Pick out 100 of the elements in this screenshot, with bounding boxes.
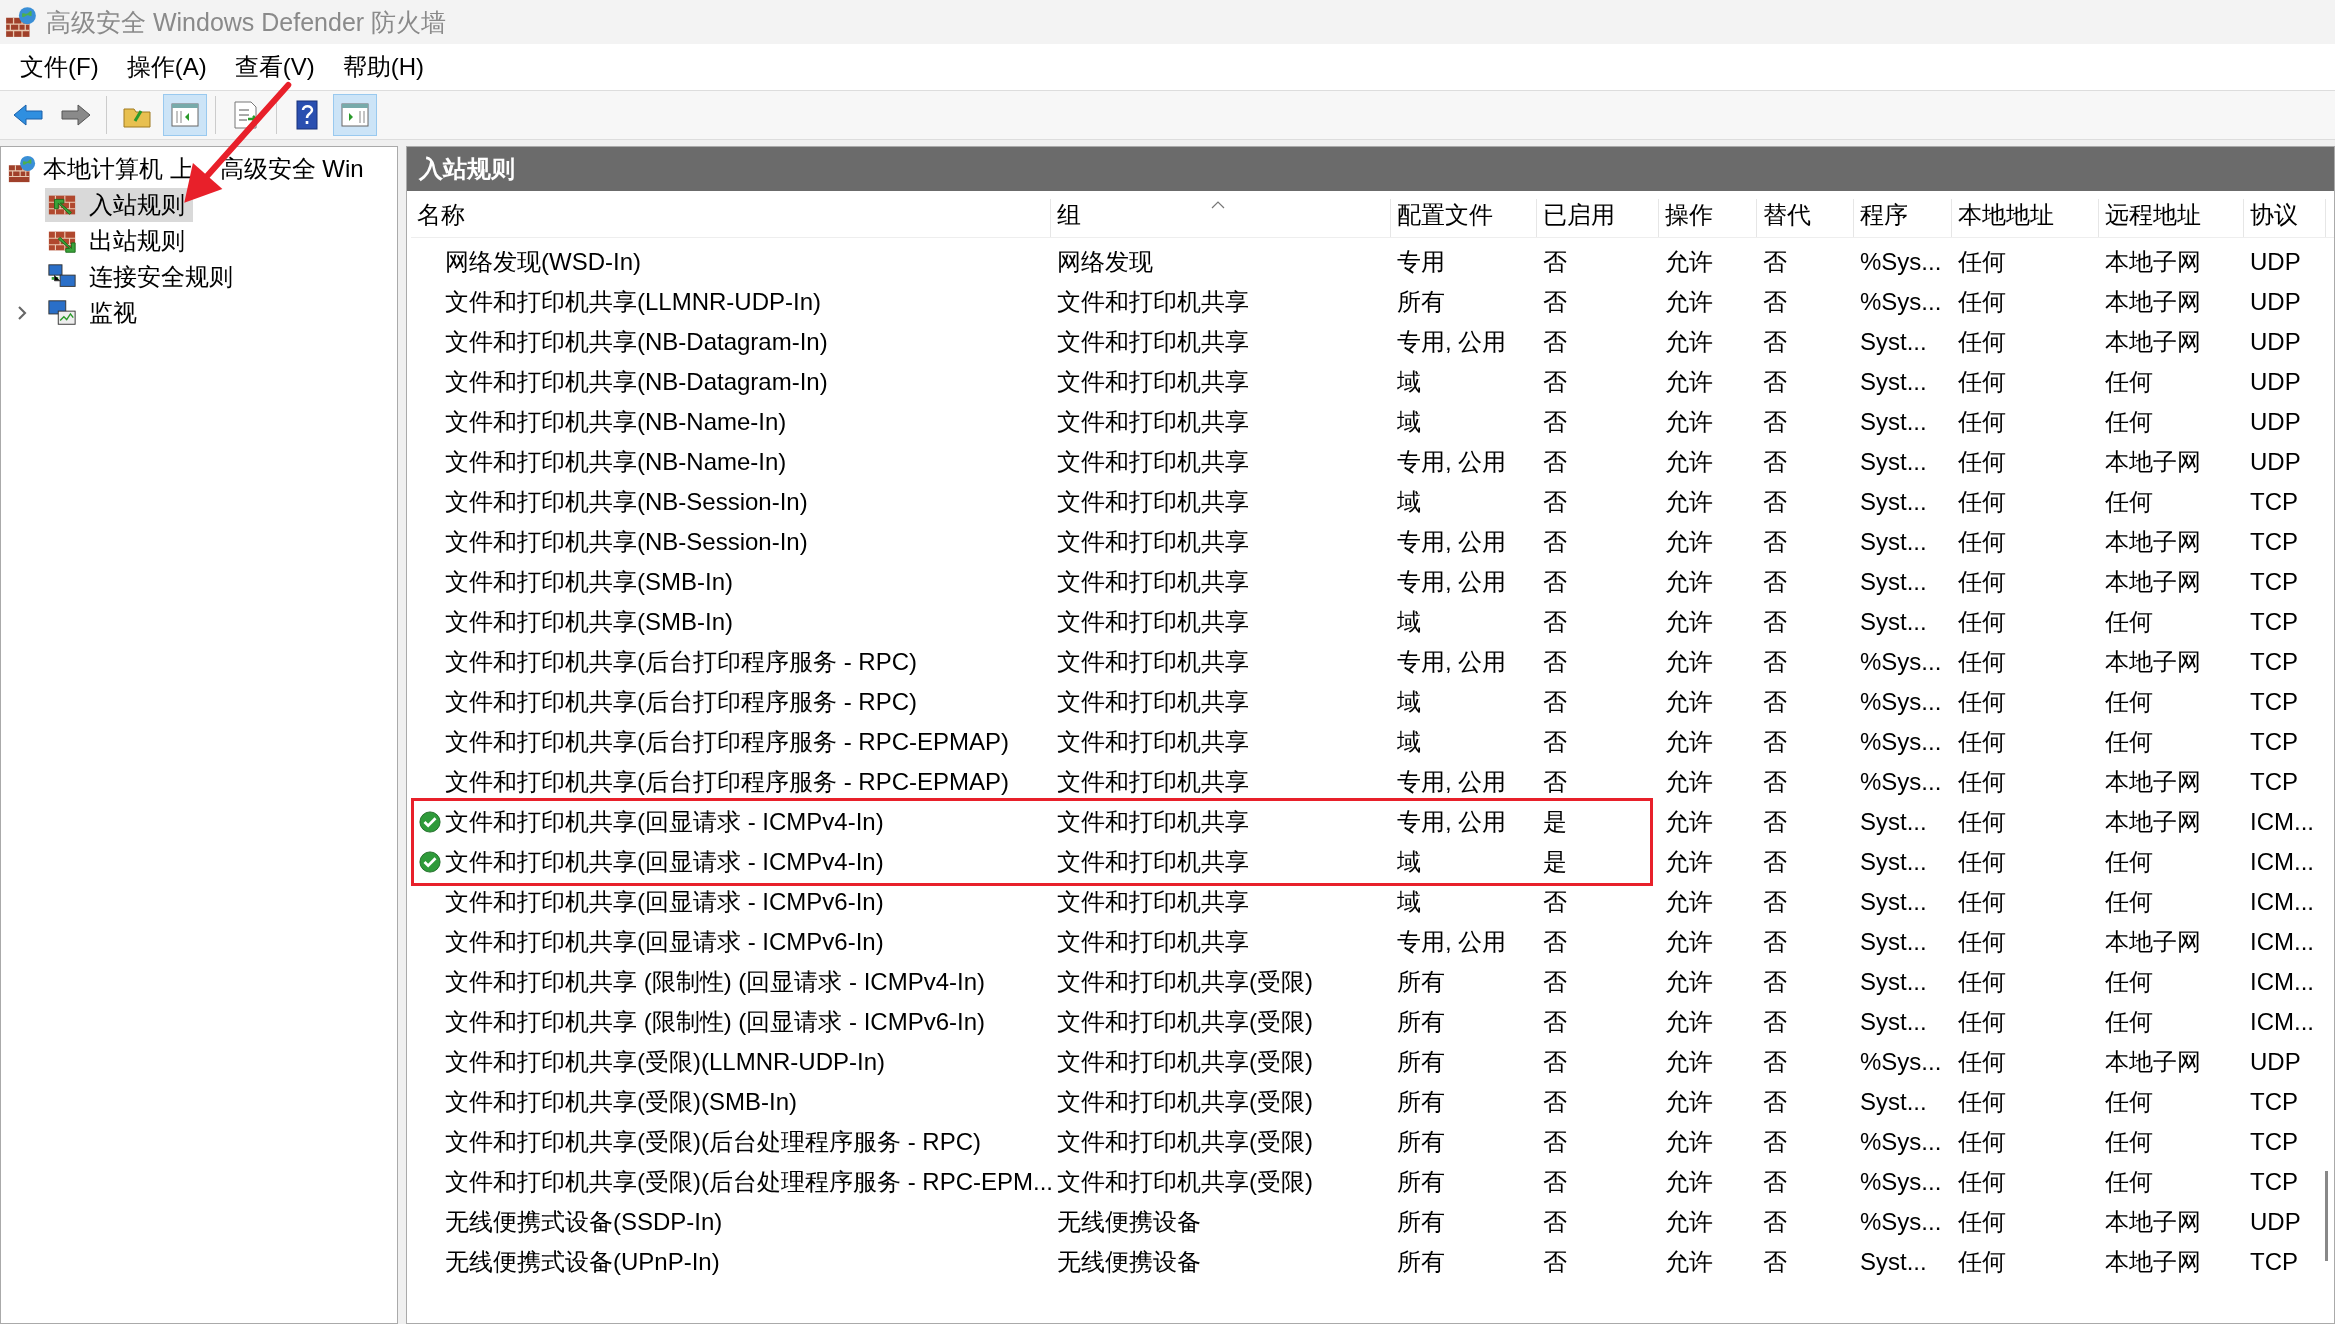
column-header[interactable]: 本地地址 xyxy=(1952,199,2099,237)
table-cell-text: 否 xyxy=(1763,1087,1787,1117)
column-header[interactable]: 协议 xyxy=(2244,199,2326,237)
table-cell: Syst... xyxy=(1860,368,1927,396)
tree-item[interactable]: 本地计算机 上 xyxy=(43,153,194,185)
table-cell-text: 所有 xyxy=(1397,1087,1445,1117)
table-cell-text: 否 xyxy=(1763,487,1787,517)
menu-item[interactable]: 操作(A) xyxy=(114,47,219,87)
table-cell-text: 文件和打印机共享 xyxy=(1057,727,1249,757)
table-cell-text: 否 xyxy=(1763,767,1787,797)
table-cell-text: 所有 xyxy=(1397,1007,1445,1037)
table-cell: %Sys... xyxy=(1860,288,1942,316)
table-cell: TCP xyxy=(2250,568,2298,596)
table-cell: Syst... xyxy=(1860,408,1927,436)
table-cell: ICM... xyxy=(2250,808,2314,836)
table-cell-text: 文件和打印机共享(受限) xyxy=(1057,967,1313,997)
column-header[interactable]: 程序 xyxy=(1854,199,1952,237)
table-cell-text: 文件和打印机共享 xyxy=(1057,887,1249,917)
table-cell-text: 否 xyxy=(1763,247,1787,277)
table-cell-text: 任何 xyxy=(2105,1167,2153,1197)
table-cell-text: 域 xyxy=(1397,887,1421,917)
table-cell-text: 否 xyxy=(1763,927,1787,957)
column-header[interactable]: 名称 xyxy=(411,199,1051,237)
table-cell-text: 所有 xyxy=(1397,967,1445,997)
table-cell: UDP xyxy=(2250,288,2301,316)
table-cell-text: 文件和打印机共享 xyxy=(1057,367,1249,397)
table-cell-text: 否 xyxy=(1763,527,1787,557)
table-cell-text: 否 xyxy=(1763,647,1787,677)
table-cell-text: 否 xyxy=(1543,327,1567,357)
column-header[interactable]: 替代 xyxy=(1757,199,1854,237)
table-cell-text: 文件和打印机共享 (限制性) (回显请求 - ICMPv6-In) xyxy=(445,1007,985,1037)
table-cell-text: 任何 xyxy=(2105,687,2153,717)
firewall-icon xyxy=(4,5,38,39)
table-cell-text: 否 xyxy=(1543,247,1567,277)
table-cell-text: 允许 xyxy=(1665,847,1713,877)
menu-item[interactable]: 查看(V) xyxy=(222,47,327,87)
table-cell-text: 允许 xyxy=(1665,247,1713,277)
table-cell: UDP xyxy=(2250,368,2301,396)
table-cell-text: 专用, 公用 xyxy=(1397,327,1507,357)
tree-item[interactable]: 连接安全规则 xyxy=(45,260,241,294)
table-cell-text: 文件和打印机共享(受限) xyxy=(1057,1167,1313,1197)
table-cell-text: 否 xyxy=(1543,767,1567,797)
table-cell-text: 允许 xyxy=(1665,647,1713,677)
console-tree-toggle-button[interactable] xyxy=(163,94,207,136)
table-cell-text: 所有 xyxy=(1397,1167,1445,1197)
table-cell-text: 文件和打印机共享(受限) xyxy=(1057,1087,1313,1117)
tree-item[interactable]: 入站规则 xyxy=(45,188,193,222)
table-cell-text: 允许 xyxy=(1665,327,1713,357)
table-cell-text: 任何 xyxy=(1958,527,2006,557)
table-cell-text: 否 xyxy=(1763,1167,1787,1197)
table-cell: %Sys... xyxy=(1860,1128,1942,1156)
column-header[interactable]: 配置文件 xyxy=(1391,199,1537,237)
scrollbar-thumb[interactable] xyxy=(2325,1171,2328,1261)
table-cell-text: 专用, 公用 xyxy=(1397,647,1507,677)
table-cell-text: 本地子网 xyxy=(2105,447,2201,477)
column-header[interactable]: 组 xyxy=(1051,199,1391,237)
table-cell-text: 任何 xyxy=(2105,407,2153,437)
table-cell-text: 否 xyxy=(1543,407,1567,437)
table-cell-text: 任何 xyxy=(2105,1007,2153,1037)
table-cell-text: 专用, 公用 xyxy=(1397,447,1507,477)
table-cell-text: 否 xyxy=(1543,1047,1567,1077)
table-cell: ICM... xyxy=(2250,848,2314,876)
table-cell-text: 任何 xyxy=(1958,807,2006,837)
table-cell: Syst... xyxy=(1860,1008,1927,1036)
table-cell-text: 任何 xyxy=(1958,1047,2006,1077)
table-cell-text: 任何 xyxy=(1958,487,2006,517)
table-cell-text: 否 xyxy=(1763,1247,1787,1277)
table-cell: UDP xyxy=(2250,448,2301,476)
table-cell-text: 允许 xyxy=(1665,1047,1713,1077)
table-cell-text: 本地子网 xyxy=(2105,1047,2201,1077)
table-cell-text: 允许 xyxy=(1665,1127,1713,1157)
table-cell-text: 任何 xyxy=(2105,847,2153,877)
table-cell: Syst... xyxy=(1860,488,1927,516)
action-pane-toggle-button[interactable] xyxy=(333,94,377,136)
table-cell-text: 所有 xyxy=(1397,287,1445,317)
table-cell-text: 否 xyxy=(1543,367,1567,397)
table-cell: %Sys... xyxy=(1860,248,1942,276)
table-cell-text: 否 xyxy=(1763,1127,1787,1157)
table-cell: TCP xyxy=(2250,688,2298,716)
table-cell-text: 否 xyxy=(1543,567,1567,597)
table-cell-text: 任何 xyxy=(1958,767,2006,797)
table-cell-text: 否 xyxy=(1543,527,1567,557)
tree-item[interactable]: 监视 xyxy=(45,296,145,330)
column-header[interactable]: 已启用 xyxy=(1537,199,1659,237)
table-cell-text: 域 xyxy=(1397,727,1421,757)
menu-item[interactable]: 文件(F) xyxy=(8,47,111,87)
table-cell: %Sys... xyxy=(1860,688,1942,716)
column-header[interactable]: 操作 xyxy=(1659,199,1757,237)
table-cell-text: 任何 xyxy=(2105,887,2153,917)
table-cell-text: 文件和打印机共享 xyxy=(1057,287,1249,317)
table-cell-text: 允许 xyxy=(1665,367,1713,397)
table-cell: ICM... xyxy=(2250,1008,2314,1036)
tree-item[interactable]: 出站规则 xyxy=(45,224,193,258)
column-header[interactable]: 远程地址 xyxy=(2099,199,2244,237)
table-cell-text: 否 xyxy=(1763,1207,1787,1237)
table-cell-text: 允许 xyxy=(1665,607,1713,637)
table-cell-text: 文件和打印机共享(SMB-In) xyxy=(445,567,733,597)
menu-item[interactable]: 帮助(H) xyxy=(330,47,436,87)
table-cell-text: 否 xyxy=(1543,727,1567,757)
table-cell-text: 否 xyxy=(1543,687,1567,717)
